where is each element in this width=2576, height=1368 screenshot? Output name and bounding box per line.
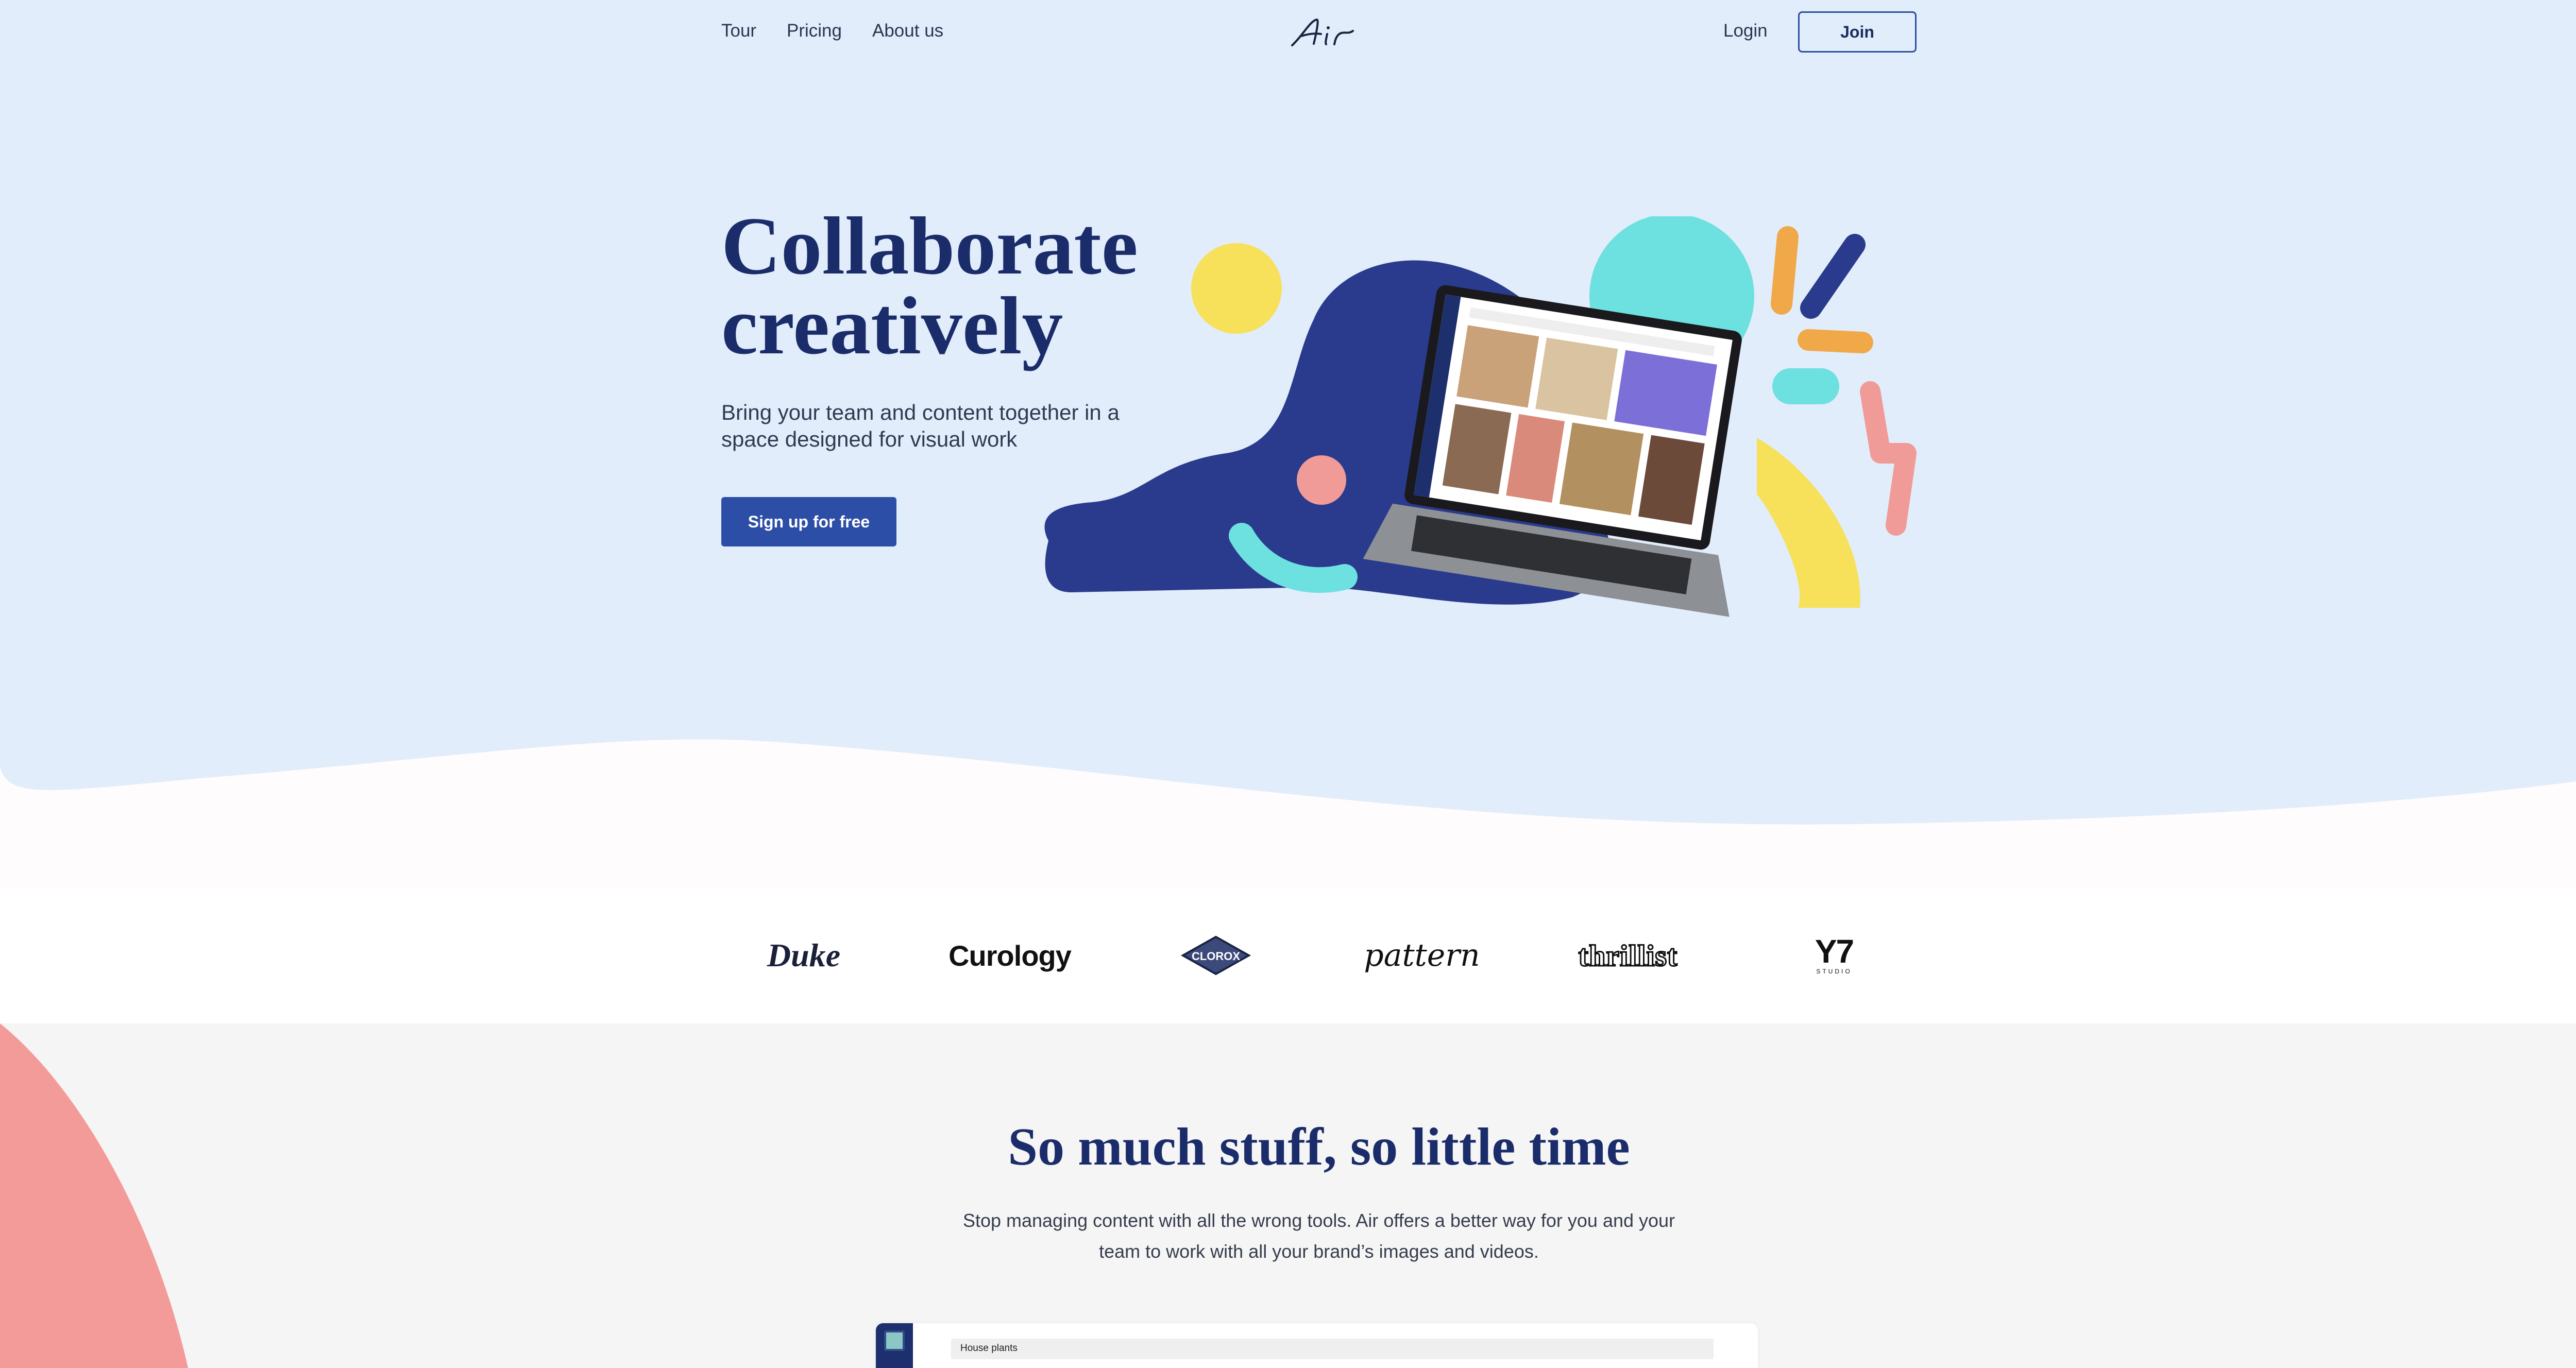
thrillist-logo: thrillist [1578,938,1678,973]
nav-link-login[interactable]: Login [1723,21,1768,41]
yellow-circle [1191,243,1282,334]
hero-illustration [1044,216,1917,617]
app-preview: House plants [876,1323,1758,1368]
air-logo[interactable] [1287,15,1364,52]
y7-mark: Y7 [1815,933,1854,970]
pink-lightning [1860,381,1917,536]
board-title: House plants [960,1343,1018,1354]
board-title-bar: House plants [951,1339,1714,1359]
duke-logo: Duke [767,937,841,973]
hero-section: Tour Pricing About us Login Join Collabo… [0,0,2576,888]
pattern-logo: pattern [1364,937,1480,973]
features-intro-section: So much stuff, so little time Stop manag… [0,1023,2576,1368]
clorox-logo-icon: CLOROX [1180,935,1251,976]
y7-studio-logo: Y7 STUDIO [1793,919,1875,991]
nav-link-about-us[interactable]: About us [872,21,943,41]
orange-stroke-2 [1798,329,1873,353]
pink-decorative-blob [0,1023,188,1368]
join-button[interactable]: Join [1798,11,1917,53]
nav-link-pricing[interactable]: Pricing [787,21,842,41]
hero-wave-divider [0,739,2576,888]
clorox-logo: CLOROX [1175,919,1257,991]
navy-stroke [1800,234,1866,319]
yellow-arch [1757,438,1860,608]
curology-logo: Curology [948,939,1072,972]
top-navigation: Tour Pricing About us Login Join [721,11,1917,53]
section-title: So much stuff, so little time [1008,1117,1630,1176]
customer-logos: Duke Curology CLOROX pattern thrillist Y… [0,888,2576,1023]
cyan-pill [1772,368,1839,404]
app-preview-sidebar [876,1323,913,1368]
y7-studio-text: STUDIO [1816,968,1852,975]
workspace-avatar [884,1330,905,1351]
sign-up-button[interactable]: Sign up for free [721,497,896,546]
orange-stroke-1 [1771,226,1799,315]
nav-link-tour[interactable]: Tour [721,21,756,41]
clorox-logo-text: CLOROX [1192,950,1240,963]
section-subtitle: Stop managing content with all the wrong… [962,1210,1675,1262]
hero-title-line-2: creatively [721,280,1063,371]
pink-circle [1297,455,1346,505]
